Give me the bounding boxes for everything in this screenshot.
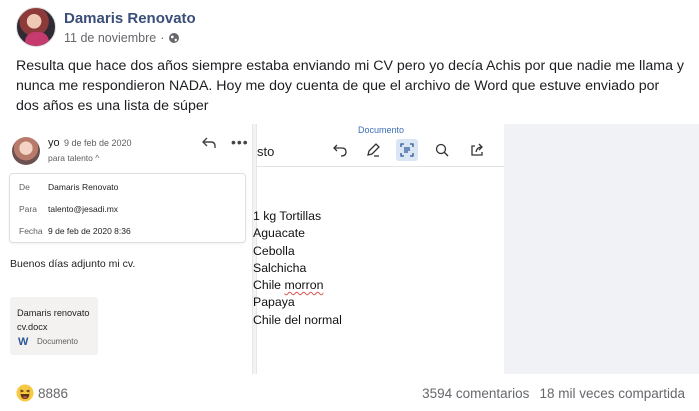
misspelled-word: morron (284, 278, 324, 293)
email-body: Buenos días adjunto mi cv. (10, 258, 136, 270)
document-partial-title: sto (257, 144, 275, 159)
list-item: Aguacate (253, 226, 305, 241)
email-recipient-line: para talento ^ (48, 153, 100, 163)
shares-count[interactable]: 18 mil veces compartida (539, 386, 685, 401)
reactions-summary[interactable]: 8886 (16, 384, 68, 402)
undo-icon (329, 139, 351, 161)
focus-view-icon (396, 139, 418, 161)
image-background (504, 124, 699, 374)
email-date: 9 de feb de 2020 (64, 138, 132, 148)
globe-icon (169, 33, 180, 43)
email-details-card: De Damaris Renovato Para talento@jesadi.mx… (9, 173, 246, 243)
detail-row-from: De Damaris Renovato (19, 182, 119, 192)
list-item: Cebolla (253, 243, 295, 258)
facebook-post: Damaris Renovato 11 de noviembre · Resul… (0, 0, 699, 411)
post-text: Resulta que hace dos años siempre estaba… (16, 58, 684, 114)
comments-count[interactable]: 3594 comentarios (422, 386, 529, 401)
list-item: Salchicha (253, 260, 307, 275)
document-title: Documento (358, 125, 405, 135)
email-screenshot: yo 9 de feb de 2020 para talento ^ ••• D… (3, 124, 253, 374)
detail-row-date: Fecha 9 de feb de 2020 8:36 (19, 226, 131, 236)
list-item: Chile morron (253, 278, 324, 293)
attachment-name: Damaris renovato cv.docx (17, 308, 90, 332)
post-image[interactable]: yo 9 de feb de 2020 para talento ^ ••• D… (3, 124, 505, 374)
word-icon: W (18, 336, 29, 348)
toolbar-divider (257, 166, 505, 167)
reply-icon (202, 137, 216, 148)
sender-avatar (12, 137, 40, 165)
reaction-count: 8886 (38, 385, 69, 401)
email-sender: yo (48, 137, 60, 149)
more-options-icon: ••• (231, 134, 249, 150)
attachment-kind: Documento (37, 337, 78, 346)
author-name[interactable]: Damaris Renovato (64, 10, 196, 27)
post-meta: 11 de noviembre · (64, 31, 180, 45)
list-item: Chile del normal (253, 312, 342, 327)
meta-separator: · (160, 31, 165, 45)
author-avatar[interactable] (16, 7, 56, 47)
list-item: Papaya (253, 295, 295, 310)
shopping-list: 1 kg Tortillas Aguacate Cebolla Salchich… (253, 208, 342, 329)
pen-icon (362, 139, 384, 161)
haha-reaction-icon (16, 384, 34, 402)
list-item: 1 kg Tortillas (253, 209, 322, 223)
post-date[interactable]: 11 de noviembre (64, 31, 156, 45)
detail-row-to: Para talento@jesadi.mx (19, 204, 119, 214)
document-screenshot: Documento sto 1 kg Tortillas Aguacate Ce… (253, 124, 505, 374)
share-icon (466, 139, 488, 161)
post-stats: 3594 comentarios 18 mil veces compartida (422, 386, 685, 401)
attachment-card: Damaris renovato cv.docx W Documento (10, 297, 98, 355)
search-icon (431, 139, 453, 161)
